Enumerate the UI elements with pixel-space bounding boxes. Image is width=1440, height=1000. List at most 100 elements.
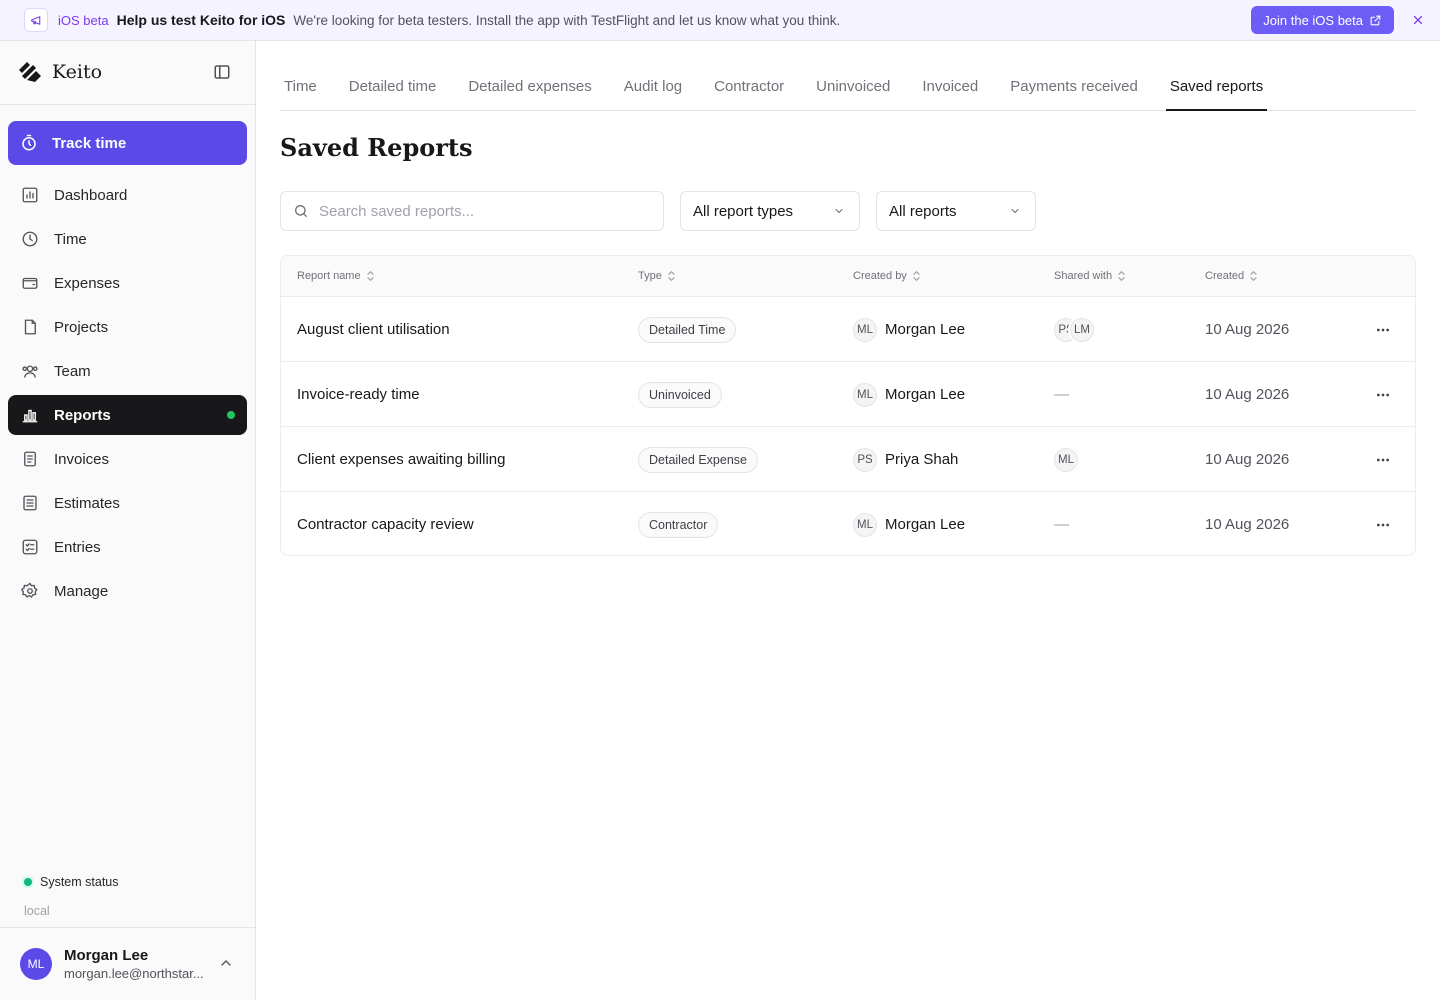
- report-name[interactable]: Invoice-ready time: [297, 386, 420, 403]
- join-ios-beta-button[interactable]: Join the iOS beta: [1251, 6, 1394, 34]
- track-time-button[interactable]: Track time: [8, 121, 247, 165]
- sidebar-item-reports[interactable]: Reports: [8, 395, 247, 435]
- search-input[interactable]: [319, 202, 639, 220]
- created-date: 10 Aug 2026: [1205, 386, 1290, 403]
- row-actions-icon[interactable]: [1371, 448, 1395, 472]
- sort-icon: [1250, 270, 1257, 282]
- wallet-icon: [20, 273, 40, 293]
- column-header-label: Type: [638, 270, 662, 282]
- column-header-label: Shared with: [1054, 270, 1113, 282]
- saved-reports-table: Report name Type Created by Shared with …: [280, 255, 1416, 556]
- invoice-icon: [20, 449, 40, 469]
- column-header-report-name[interactable]: Report name: [297, 270, 375, 282]
- row-actions-icon[interactable]: [1371, 513, 1395, 537]
- column-header-label: Report name: [297, 270, 361, 282]
- sidebar-item-label: Reports: [54, 406, 111, 424]
- tab-detailed-time[interactable]: Detailed time: [345, 63, 441, 110]
- tab-audit-log[interactable]: Audit log: [620, 63, 686, 110]
- creator-name: Priya Shah: [885, 451, 959, 468]
- dashboard-icon: [20, 185, 40, 205]
- sidebar-toggle-icon[interactable]: [213, 63, 233, 83]
- user-menu[interactable]: ML Morgan Lee morgan.lee@northstar...: [20, 947, 240, 981]
- report-type-badge: Contractor: [638, 511, 719, 538]
- column-header-shared-with[interactable]: Shared with: [1054, 270, 1126, 282]
- brand-name: Keito: [52, 61, 103, 83]
- tab-time[interactable]: Time: [280, 63, 321, 110]
- sidebar-item-entries[interactable]: Entries: [8, 527, 247, 567]
- megaphone-icon: [24, 8, 48, 32]
- tab-uninvoiced[interactable]: Uninvoiced: [812, 63, 894, 110]
- clock-icon: [20, 229, 40, 249]
- chevron-down-icon: [835, 208, 843, 214]
- tab-invoiced[interactable]: Invoiced: [918, 63, 982, 110]
- report-name[interactable]: August client utilisation: [297, 321, 450, 338]
- avatar: ML: [853, 512, 877, 537]
- stopwatch-icon: [22, 134, 36, 151]
- report-tabs: Time Detailed time Detailed expenses Aud…: [280, 63, 1416, 111]
- sidebar-item-invoices[interactable]: Invoices: [8, 439, 247, 479]
- sidebar-item-team[interactable]: Team: [8, 351, 247, 391]
- estimate-icon: [20, 493, 40, 513]
- avatar: ML: [853, 317, 877, 342]
- report-name[interactable]: Contractor capacity review: [297, 516, 474, 533]
- table-row[interactable]: Contractor capacity review Contractor ML…: [281, 492, 1415, 555]
- table-row[interactable]: Invoice-ready time Uninvoiced ML Morgan L…: [281, 362, 1415, 427]
- tab-detailed-expenses[interactable]: Detailed expenses: [464, 63, 595, 110]
- row-actions-icon[interactable]: [1371, 318, 1395, 342]
- brand[interactable]: Keito: [18, 59, 102, 85]
- row-actions-icon[interactable]: [1371, 383, 1395, 407]
- sidebar-item-time[interactable]: Time: [8, 219, 247, 259]
- sidebar-item-projects[interactable]: Projects: [8, 307, 247, 347]
- column-header-label: Created: [1205, 270, 1245, 282]
- created-date: 10 Aug 2026: [1205, 451, 1290, 468]
- bar-chart-icon: [20, 405, 40, 425]
- sidebar-item-label: Expenses: [54, 274, 120, 292]
- creator-name: Morgan Lee: [885, 516, 966, 533]
- shared-with-empty: —: [1054, 516, 1069, 533]
- avatar: ML: [853, 382, 877, 407]
- creator-name: Morgan Lee: [885, 321, 966, 338]
- environment-label: local: [24, 904, 50, 918]
- report-type-select[interactable]: All report types: [680, 191, 860, 231]
- close-icon[interactable]: [1408, 10, 1428, 30]
- report-scope-select[interactable]: All reports: [876, 191, 1036, 231]
- avatar: LM: [1070, 317, 1094, 342]
- tab-contractor[interactable]: Contractor: [710, 63, 788, 110]
- sidebar-item-label: Team: [54, 362, 91, 380]
- sidebar-item-label: Projects: [54, 318, 109, 336]
- user-email: morgan.lee@northstar...: [64, 966, 204, 981]
- table-row[interactable]: August client utilisation Detailed Time …: [281, 297, 1415, 362]
- sidebar-item-estimates[interactable]: Estimates: [8, 483, 247, 523]
- sidebar-item-label: Invoices: [54, 450, 110, 468]
- sidebar-item-label: Entries: [54, 538, 101, 556]
- creator-name: Morgan Lee: [885, 386, 966, 403]
- gear-icon: [20, 581, 40, 601]
- table-row[interactable]: Client expenses awaiting billing Detaile…: [281, 427, 1415, 492]
- report-type-value: All report types: [693, 202, 794, 220]
- column-header-created-by[interactable]: Created by: [853, 270, 921, 282]
- table-header: Report name Type Created by Shared with …: [281, 256, 1415, 297]
- report-name[interactable]: Client expenses awaiting billing: [297, 451, 505, 468]
- sort-icon: [1118, 270, 1125, 282]
- column-header-created[interactable]: Created: [1205, 270, 1258, 282]
- sidebar-item-dashboard[interactable]: Dashboard: [8, 175, 247, 215]
- sidebar: Keito Track time Dashboard Time Expenses…: [0, 41, 256, 1000]
- sidebar-item-expenses[interactable]: Expenses: [8, 263, 247, 303]
- avatar: ML: [20, 948, 52, 980]
- sidebar-item-label: Estimates: [54, 494, 120, 512]
- system-status[interactable]: System status: [24, 875, 119, 889]
- banner-tag: iOS beta: [58, 12, 109, 28]
- shared-with: ML: [1054, 447, 1078, 472]
- column-header-type[interactable]: Type: [638, 270, 676, 282]
- sidebar-item-manage[interactable]: Manage: [8, 571, 247, 611]
- track-time-label: Track time: [52, 134, 127, 152]
- sidebar-item-label: Time: [54, 230, 87, 248]
- search-field[interactable]: [280, 191, 664, 231]
- report-scope-value: All reports: [889, 202, 957, 220]
- avatar: PS: [853, 447, 877, 472]
- shared-with-empty: —: [1054, 386, 1069, 403]
- tab-payments-received[interactable]: Payments received: [1006, 63, 1142, 110]
- tab-saved-reports[interactable]: Saved reports: [1165, 63, 1268, 111]
- created-by: ML Morgan Lee: [853, 382, 966, 407]
- sidebar-nav: Dashboard Time Expenses Projects Team Re…: [8, 175, 247, 615]
